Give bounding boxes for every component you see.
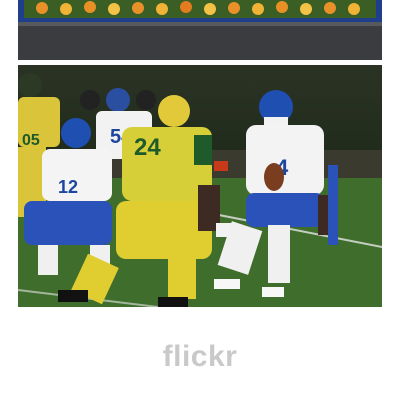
flower-bed-photo[interactable] — [18, 0, 382, 60]
flickr-logo[interactable]: flickr — [0, 340, 400, 374]
jersey-number: 12 — [58, 177, 78, 197]
jersey-number: 05 — [22, 132, 40, 149]
flower-bed-image — [18, 0, 382, 60]
football-game-image: 05 54 12 24 4 — [18, 65, 382, 307]
football-game-photo[interactable]: 05 54 12 24 4 — [18, 65, 382, 307]
jersey-number: 24 — [134, 134, 161, 161]
